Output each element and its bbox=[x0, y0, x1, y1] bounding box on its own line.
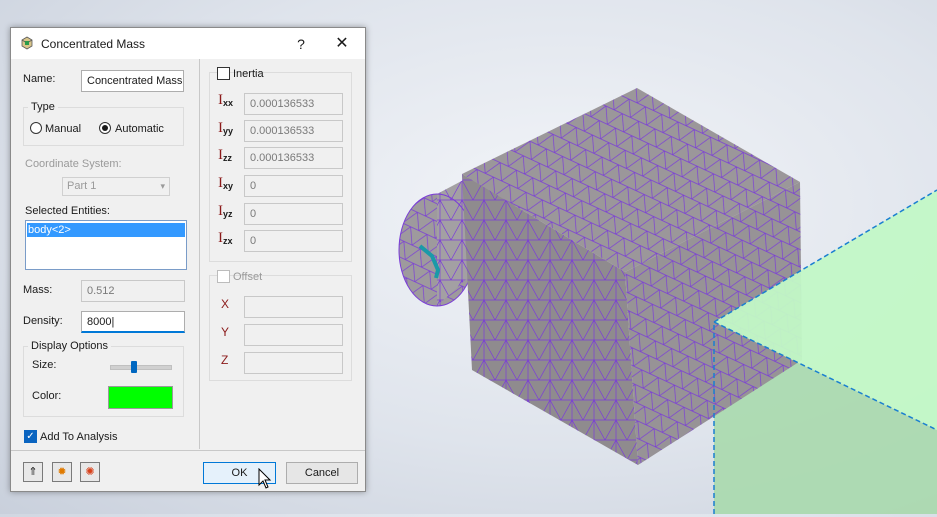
selected-entities-label: Selected Entities: bbox=[25, 205, 110, 217]
inertia-label: Inertia bbox=[233, 68, 264, 80]
mass-field: 0.512 bbox=[81, 280, 185, 302]
coordinate-system-value: Part 1 bbox=[67, 180, 97, 192]
dialog-titlebar[interactable]: Concentrated Mass ? ✕ bbox=[11, 28, 365, 59]
column-separator bbox=[199, 59, 200, 449]
ixx-field: 0.000136533 bbox=[244, 93, 343, 115]
size-slider[interactable] bbox=[110, 365, 172, 370]
iyy-field: 0.000136533 bbox=[244, 120, 343, 142]
manual-label: Manual bbox=[45, 123, 82, 135]
selected-entities-list[interactable]: body<2> bbox=[25, 220, 187, 270]
izz-field: 0.000136533 bbox=[244, 147, 343, 169]
coordinate-system-label: Coordinate System: bbox=[25, 158, 122, 170]
size-slider-thumb[interactable] bbox=[131, 361, 137, 373]
offset-y-field bbox=[244, 324, 343, 346]
iyz-label: Iyz bbox=[218, 203, 233, 219]
inertia-checkbox[interactable] bbox=[217, 67, 230, 80]
sun-icon[interactable]: ✹ bbox=[52, 462, 72, 482]
manual-radio[interactable] bbox=[30, 122, 42, 134]
add-to-analysis-checkbox[interactable]: ✓ bbox=[24, 430, 37, 443]
mass-app-icon bbox=[21, 36, 33, 50]
dialog-title: Concentrated Mass bbox=[41, 37, 146, 51]
cancel-button[interactable]: Cancel bbox=[286, 462, 358, 484]
collapse-icon[interactable]: ⇑ bbox=[23, 462, 43, 482]
ixy-label: Ixy bbox=[218, 175, 234, 191]
izx-field: 0 bbox=[244, 230, 343, 252]
offset-checkbox[interactable] bbox=[217, 270, 230, 283]
offset-y-label: Y bbox=[221, 325, 230, 339]
coordinate-system-select: Part 1 ▾ bbox=[62, 177, 170, 196]
display-options-title: Display Options bbox=[28, 340, 112, 352]
name-field[interactable]: Concentrated Mass bbox=[81, 70, 184, 92]
density-value: 8000 bbox=[87, 316, 112, 328]
chevron-down-icon: ▾ bbox=[160, 181, 165, 191]
izz-label: Izz bbox=[218, 147, 232, 163]
offset-z-field bbox=[244, 352, 343, 374]
list-item[interactable]: body<2> bbox=[27, 223, 185, 237]
izx-label: Izx bbox=[218, 230, 233, 246]
iyy-label: Iyy bbox=[218, 120, 234, 136]
offset-z-label: Z bbox=[221, 353, 229, 367]
help-button[interactable]: ? bbox=[291, 34, 311, 54]
name-label: Name: bbox=[23, 73, 56, 85]
density-label: Density: bbox=[23, 315, 63, 327]
color-swatch[interactable] bbox=[108, 386, 173, 409]
automatic-radio[interactable] bbox=[99, 122, 111, 134]
close-button[interactable]: ✕ bbox=[331, 33, 353, 55]
offset-x-field bbox=[244, 296, 343, 318]
concentrated-mass-dialog: Concentrated Mass ? ✕ Name: Concentrated… bbox=[10, 27, 366, 492]
offset-x-label: X bbox=[221, 297, 230, 311]
text-caret: | bbox=[111, 316, 115, 328]
ixy-field: 0 bbox=[244, 175, 343, 197]
mass-label: Mass: bbox=[23, 284, 53, 296]
density-field[interactable]: 8000| bbox=[81, 311, 185, 333]
automatic-label: Automatic bbox=[115, 123, 164, 135]
iyz-field: 0 bbox=[244, 203, 343, 225]
type-group-title: Type bbox=[28, 101, 58, 113]
offset-label: Offset bbox=[233, 271, 263, 283]
grid-sun-icon[interactable]: ✺ bbox=[80, 462, 100, 482]
ixx-label: Ixx bbox=[218, 92, 234, 108]
footer-separator bbox=[11, 450, 365, 451]
add-to-analysis-label: Add To Analysis bbox=[40, 431, 118, 443]
size-label: Size: bbox=[32, 359, 57, 371]
mouse-cursor-icon bbox=[258, 468, 272, 489]
color-label: Color: bbox=[32, 390, 62, 402]
